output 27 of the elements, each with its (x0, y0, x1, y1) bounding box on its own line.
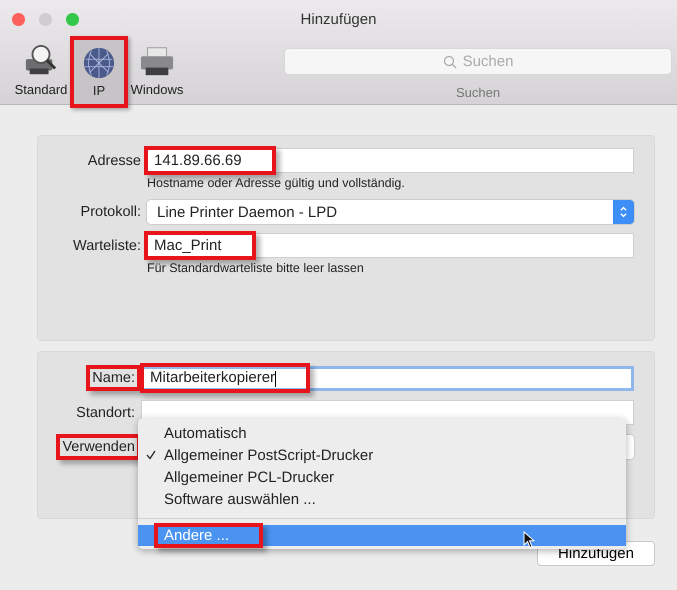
close-button[interactable] (12, 13, 25, 26)
updown-icon (613, 200, 634, 224)
field-label: Adresse (86, 152, 141, 168)
input-field[interactable]: 141.89.66.69 (147, 148, 634, 173)
window-title: Hinzufügen (300, 11, 376, 28)
menu-item[interactable]: Allgemeiner PostScript-Drucker (138, 444, 626, 466)
field-label: Standort: (76, 404, 135, 420)
search-icon (442, 54, 457, 68)
menu-item[interactable]: Software auswählen ... (138, 488, 626, 510)
checkmark-icon (146, 450, 156, 460)
input-field[interactable]: Mitarbeiterkopierer (141, 366, 634, 390)
hint-text: Hostname oder Adresse gültig und vollständig. (147, 176, 406, 190)
minimize-button[interactable] (39, 13, 52, 26)
toolbar-tab[interactable]: IP (70, 36, 128, 108)
protocol-dropdown[interactable]: Line Printer Daemon - LPD (147, 200, 634, 224)
input-field[interactable]: Mac_Print (147, 233, 634, 258)
menu-item[interactable]: Automatisch (138, 422, 626, 444)
field-label: Warteliste: (72, 238, 141, 254)
mouse-pointer-icon (523, 531, 535, 549)
search-label: Suchen (456, 85, 500, 100)
field-label: Name: (86, 365, 141, 391)
field-label: Protokoll: (80, 204, 141, 220)
toolbar-tab[interactable]: Standard (12, 36, 70, 108)
toolbar-tab[interactable]: Windows (128, 36, 186, 108)
menu-item[interactable]: Allgemeiner PCL-Drucker (138, 466, 626, 488)
zoom-button[interactable] (66, 13, 79, 26)
hint-text: Für Standardwarteliste bitte leer lassen (147, 261, 365, 275)
